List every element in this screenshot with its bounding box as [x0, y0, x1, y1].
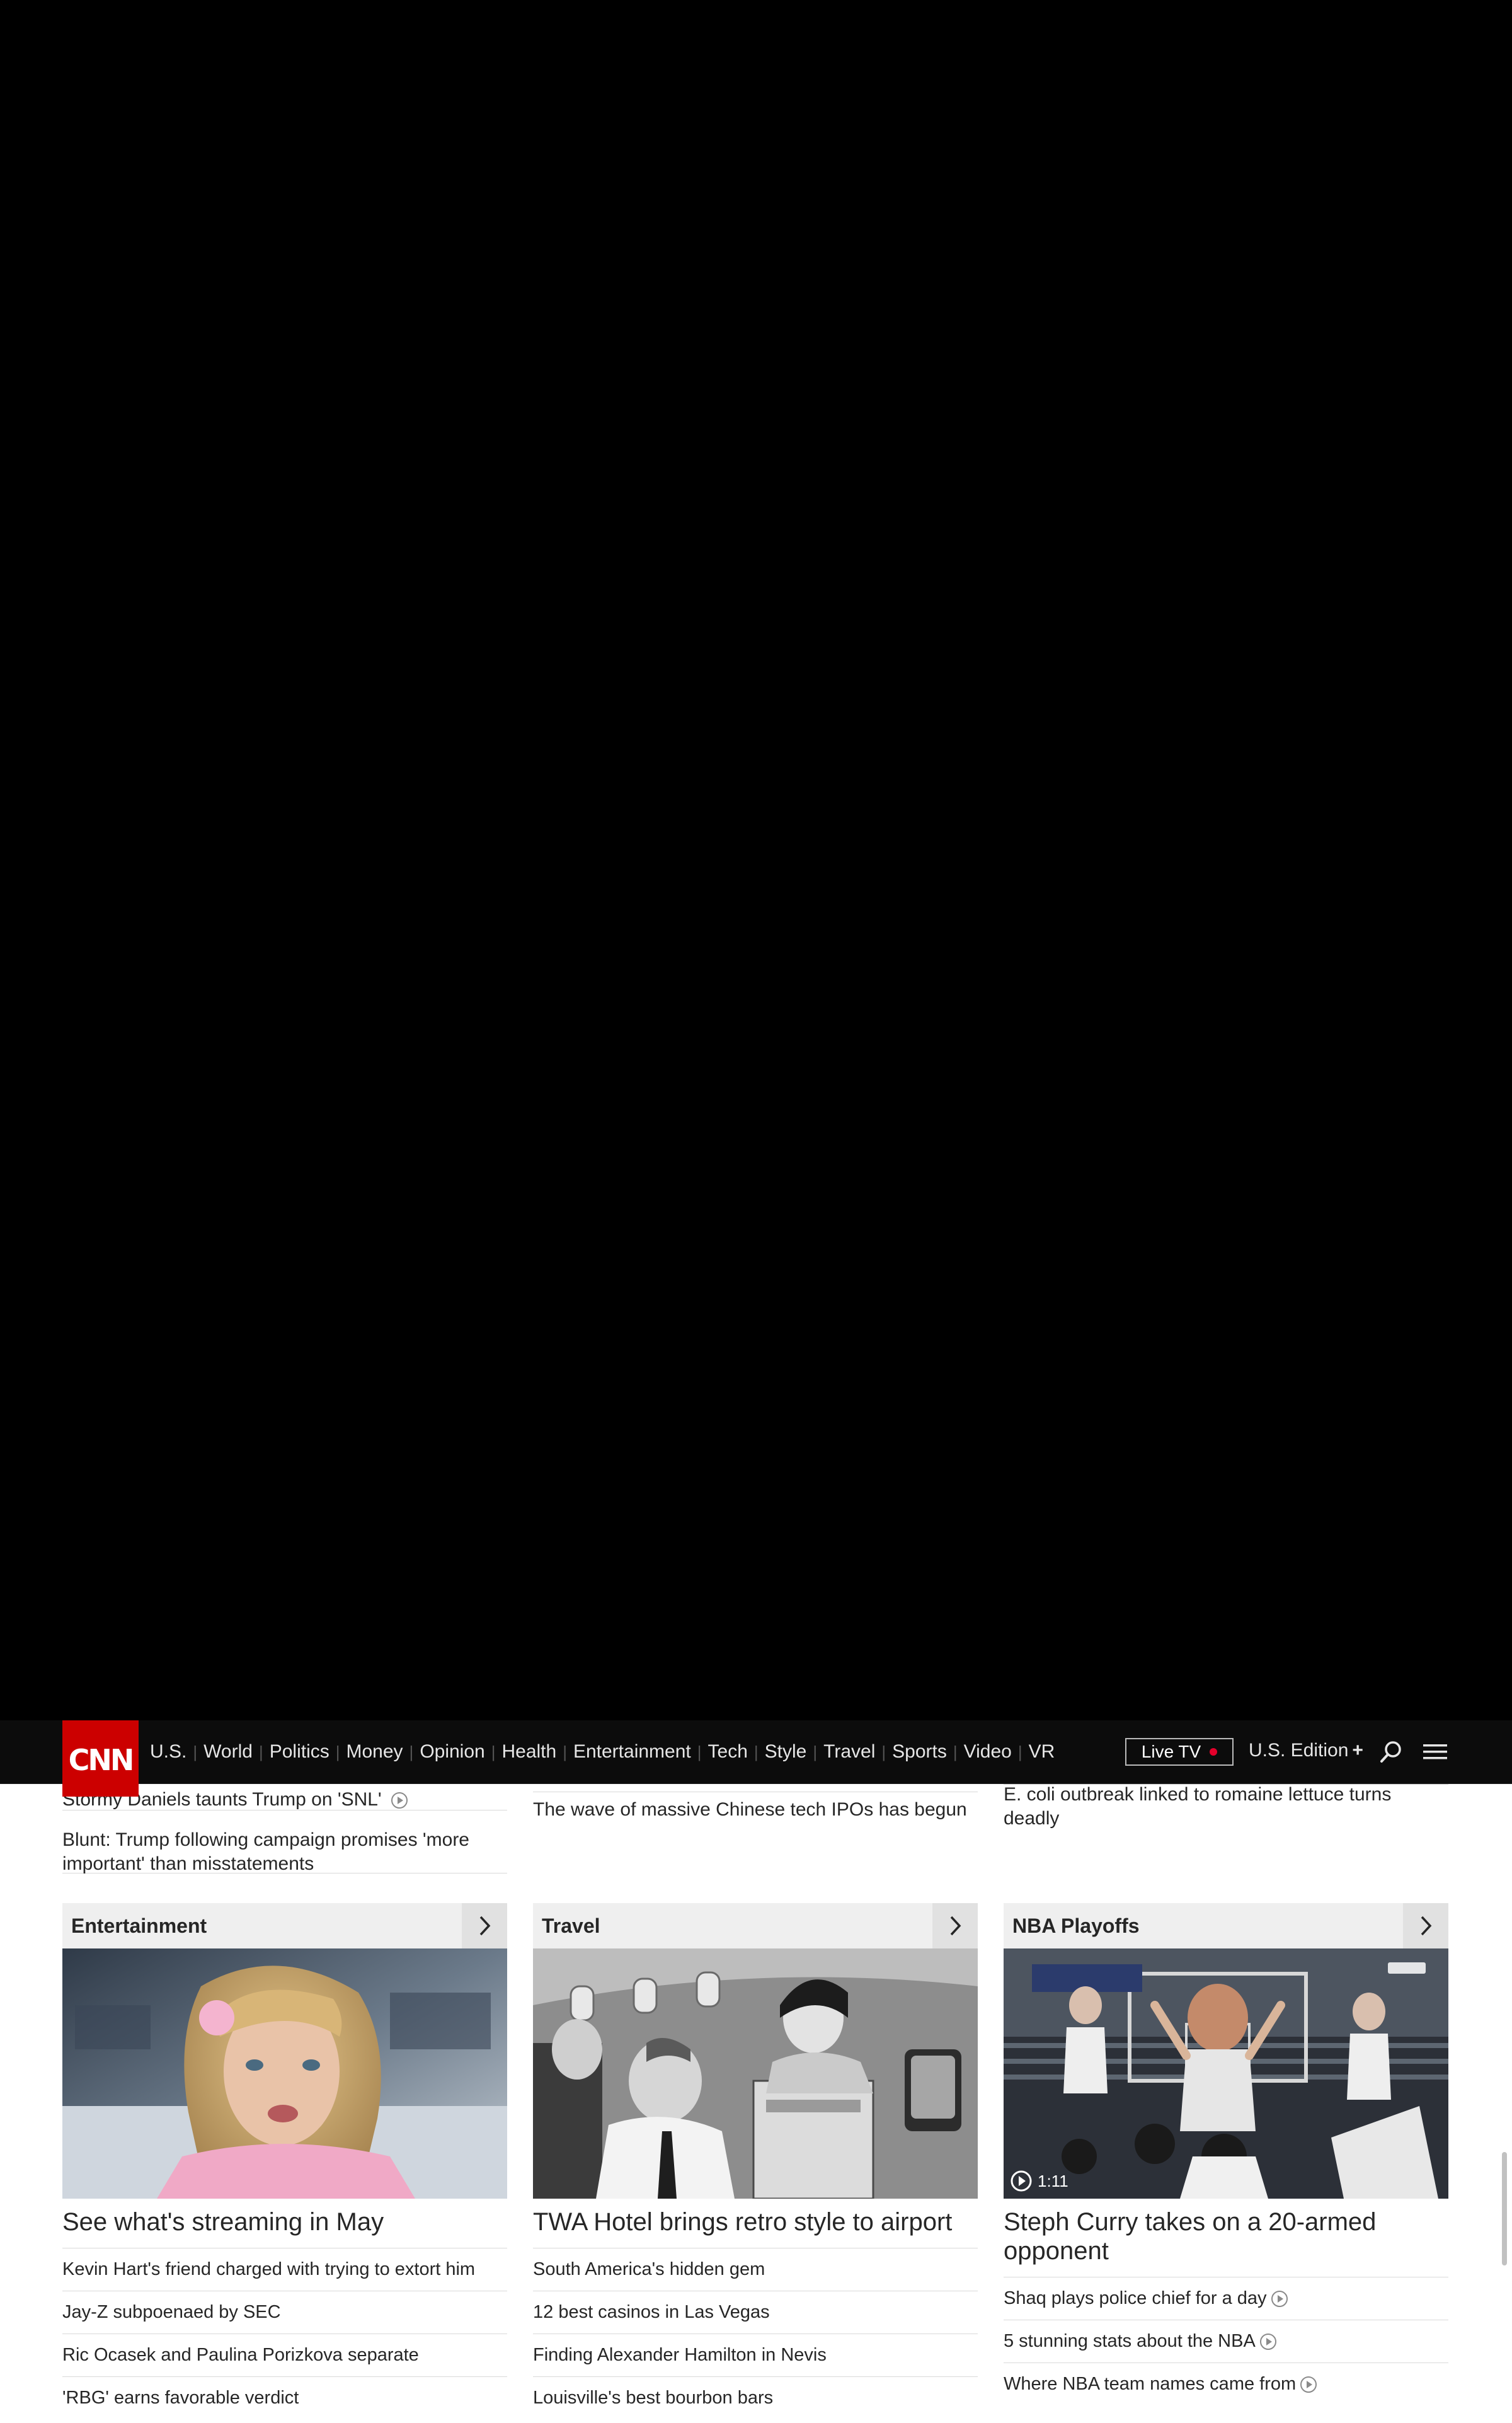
nav-separator: |: [491, 1742, 496, 1761]
list-item-text: Blunt: Trump following campaign promises…: [62, 1829, 469, 1874]
nav-separator: |: [697, 1742, 702, 1761]
page-scrollbar[interactable]: [1502, 2152, 1507, 2265]
video-duration-badge: 1:11: [1010, 2170, 1068, 2192]
section-nav: U.S. | World | Politics | Money | Opinion | H…: [150, 1720, 1055, 1783]
list-item-text: South America's hidden gem: [533, 2259, 765, 2279]
list-item-text: 12 best casinos in Las Vegas: [533, 2302, 770, 2322]
nav-link-us[interactable]: U.S.: [150, 1741, 186, 1763]
list-item[interactable]: Blunt: Trump following campaign promises…: [62, 1810, 507, 1874]
nav-link-video[interactable]: Video: [964, 1741, 1012, 1763]
play-icon: [391, 1792, 408, 1809]
zone-headline[interactable]: TWA Hotel brings retro style to airport: [533, 2207, 978, 2236]
list-item-text: Shaq plays police chief for a day: [1004, 2288, 1267, 2308]
list-item[interactable]: The wave of massive Chinese tech IPOs ha…: [533, 1798, 978, 1829]
nav-link-health[interactable]: Health: [501, 1741, 556, 1763]
nav-separator: |: [258, 1742, 263, 1761]
play-icon: [1271, 2290, 1288, 2307]
list-item[interactable]: Jay-Z subpoenaed by SEC: [62, 2291, 507, 2334]
zone-header[interactable]: Entertainment: [62, 1903, 507, 1948]
edition-plus-icon: +: [1352, 1740, 1363, 1761]
nav-link-entertainment[interactable]: Entertainment: [573, 1741, 691, 1763]
list-item[interactable]: 12 best casinos in Las Vegas: [533, 2291, 978, 2334]
nav-link-vr[interactable]: VR: [1029, 1741, 1055, 1763]
zone-header[interactable]: Travel: [533, 1903, 978, 1948]
live-tv-button[interactable]: Live TV: [1125, 1738, 1234, 1766]
live-tv-label: Live TV: [1141, 1742, 1201, 1761]
live-indicator-icon: [1210, 1748, 1218, 1756]
zone-title: NBA Playoffs: [1012, 1914, 1140, 1937]
nav-link-money[interactable]: Money: [346, 1741, 403, 1763]
nav-link-world[interactable]: World: [203, 1741, 253, 1763]
edition-picker[interactable]: U.S. Edition +: [1249, 1740, 1363, 1761]
list-item-text: 'RBG' earns favorable verdict: [62, 2388, 299, 2408]
zone-list: South America's hidden gem 12 best casin…: [533, 2248, 978, 2419]
nav-link-style[interactable]: Style: [765, 1741, 807, 1763]
nav-separator: |: [953, 1742, 958, 1761]
list-item-text: Jay-Z subpoenaed by SEC: [62, 2302, 281, 2322]
list-item[interactable]: Finding Alexander Hamilton in Nevis: [533, 2334, 978, 2376]
hero-video-area[interactable]: [0, 0, 1512, 1720]
list-item-text: Finding Alexander Hamilton in Nevis: [533, 2345, 827, 2365]
search-icon[interactable]: [1377, 1738, 1405, 1766]
nav-link-politics[interactable]: Politics: [270, 1741, 329, 1763]
list-item[interactable]: E. coli outbreak linked to romaine lettu…: [1004, 1783, 1448, 1833]
nav-link-tech[interactable]: Tech: [708, 1741, 748, 1763]
nav-link-travel[interactable]: Travel: [823, 1741, 875, 1763]
chevron-right-icon[interactable]: [462, 1903, 507, 1948]
list-item[interactable]: 5 stunning stats about the NBA: [1004, 2320, 1448, 2363]
list-item[interactable]: 'RBG' earns favorable verdict: [62, 2376, 507, 2419]
play-icon: [1300, 2376, 1317, 2393]
cnn-logo[interactable]: CNN: [62, 1720, 139, 1797]
list-item[interactable]: South America's hidden gem: [533, 2248, 978, 2291]
list-item-text: Ric Ocasek and Paulina Porizkova separat…: [62, 2345, 419, 2365]
list-item-text: Where NBA team names came from: [1004, 2374, 1297, 2394]
travel-photo[interactable]: [533, 1948, 978, 2199]
nba-video-thumbnail[interactable]: 1:11: [1004, 1948, 1448, 2199]
list-item[interactable]: Kevin Hart's friend charged with trying …: [62, 2248, 507, 2291]
nav-separator: |: [813, 1742, 818, 1761]
edition-label: U.S. Edition: [1249, 1740, 1349, 1761]
chevron-right-icon[interactable]: [1403, 1903, 1448, 1948]
nav-separator: |: [753, 1742, 759, 1761]
nav-separator: |: [193, 1742, 198, 1761]
menu-icon[interactable]: [1421, 1738, 1449, 1766]
nav-link-sports[interactable]: Sports: [892, 1741, 947, 1763]
zone-headline[interactable]: Steph Curry takes on a 20-armed opponent: [1004, 2207, 1448, 2265]
entertainment-photo[interactable]: [62, 1948, 507, 2199]
nav-separator: |: [881, 1742, 886, 1761]
zone-header[interactable]: NBA Playoffs: [1004, 1903, 1448, 1948]
list-item[interactable]: Where NBA team names came from: [1004, 2363, 1448, 2405]
list-item-text: Louisville's best bourbon bars: [533, 2388, 774, 2408]
zone-list: Shaq plays police chief for a day 5 stun…: [1004, 2277, 1448, 2405]
zone-title: Travel: [542, 1914, 600, 1937]
main-content: Stormy Daniels taunts Trump on 'SNL' Blu…: [0, 1784, 1512, 2423]
nav-link-opinion[interactable]: Opinion: [420, 1741, 484, 1763]
play-icon: [1259, 2333, 1276, 2350]
video-duration: 1:11: [1038, 2171, 1068, 2190]
nav-separator: |: [335, 1742, 340, 1761]
list-item-text: 5 stunning stats about the NBA: [1004, 2331, 1256, 2351]
list-item[interactable]: Louisville's best bourbon bars: [533, 2376, 978, 2419]
list-item[interactable]: Ric Ocasek and Paulina Porizkova separat…: [62, 2334, 507, 2376]
play-circle-icon: [1011, 2170, 1032, 2192]
chevron-right-icon[interactable]: [932, 1903, 978, 1948]
list-item-text: Kevin Hart's friend charged with trying …: [62, 2259, 476, 2279]
zone-list: Kevin Hart's friend charged with trying …: [62, 2248, 507, 2419]
list-item[interactable]: Shaq plays police chief for a day: [1004, 2277, 1448, 2320]
nav-separator: |: [409, 1742, 414, 1761]
zone-title: Entertainment: [71, 1914, 207, 1937]
list-item-text: The wave of massive Chinese tech IPOs ha…: [533, 1799, 967, 1820]
list-item-text: E. coli outbreak linked to romaine lettu…: [1004, 1784, 1392, 1829]
nav-separator: |: [563, 1742, 567, 1761]
column-entertainment: Stormy Daniels taunts Trump on 'SNL' Blu…: [62, 1784, 507, 2408]
nav-separator: |: [1017, 1742, 1022, 1761]
zone-headline[interactable]: See what's streaming in May: [62, 2207, 507, 2236]
